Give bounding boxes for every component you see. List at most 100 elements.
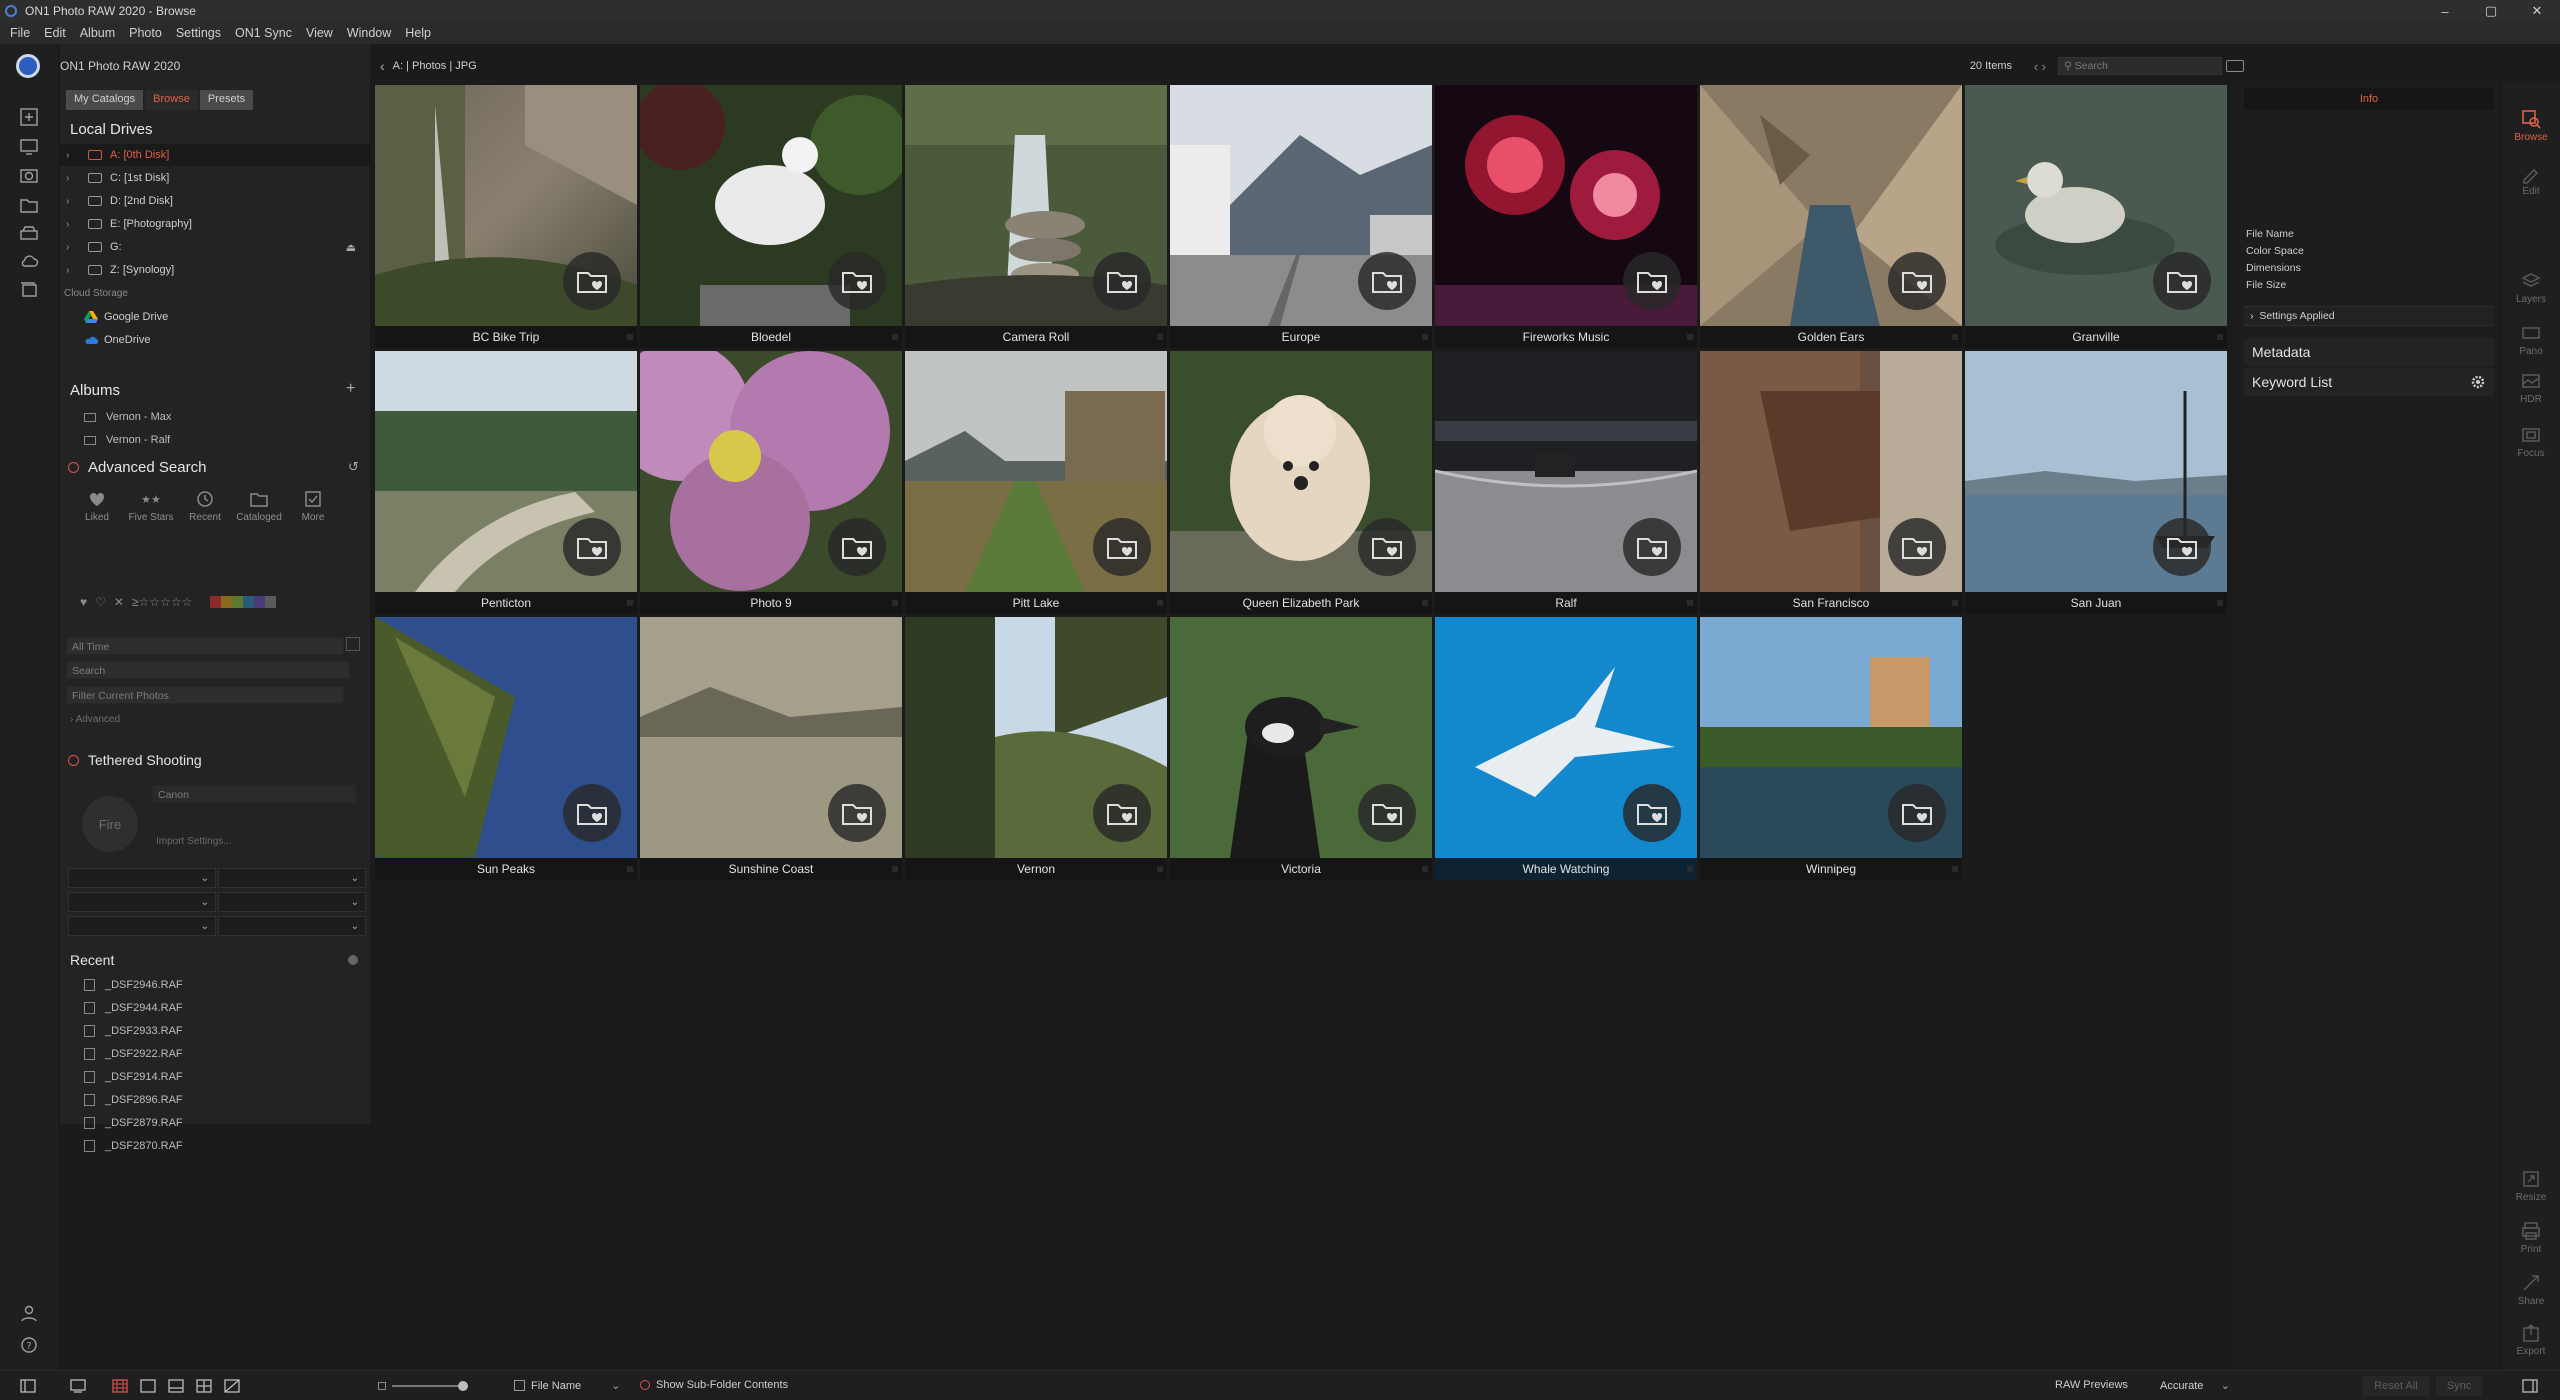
folder-heart-icon[interactable] — [1093, 784, 1151, 842]
album-item[interactable]: Vernon - Max — [84, 407, 171, 427]
module-edit[interactable]: Edit — [2502, 162, 2560, 197]
module-layers[interactable]: Layers — [2502, 270, 2560, 305]
metadata-section[interactable]: Metadata — [2244, 338, 2494, 366]
tab-presets[interactable]: Presets — [199, 90, 254, 110]
menu-help[interactable]: Help — [405, 26, 431, 40]
filter-current-photos-input[interactable]: Filter Current Photos — [66, 686, 344, 704]
close-button[interactable]: ✕ — [2514, 0, 2560, 22]
camera-icon[interactable] — [18, 164, 40, 186]
folder-heart-icon[interactable] — [1888, 784, 1946, 842]
subfolder-radio[interactable] — [640, 1380, 650, 1390]
advanced-expander[interactable]: › Advanced — [70, 714, 120, 725]
grid-view-icon[interactable] — [112, 1379, 128, 1393]
map-view-icon[interactable] — [224, 1379, 240, 1393]
tether-setting-dropdown[interactable]: ⌄ — [68, 868, 216, 888]
drive-row[interactable]: › C: [1st Disk] — [60, 167, 370, 189]
chevron-right-icon[interactable]: › — [66, 242, 80, 253]
recent-file[interactable]: _DSF2922.RAF — [84, 1043, 183, 1065]
breadcrumb[interactable]: A: | Photos | JPG — [393, 60, 477, 72]
right-panel-toggle-icon[interactable] — [2522, 1379, 2538, 1393]
sync-button[interactable]: Sync — [2436, 1376, 2482, 1396]
tether-setting-dropdown[interactable]: ⌄ — [68, 916, 216, 936]
folder-tile-penticton[interactable]: Penticton — [375, 351, 637, 614]
module-export[interactable]: Export — [2502, 1322, 2560, 1357]
panel-toggle-icon[interactable] — [20, 1379, 36, 1393]
folder-tile-fireworks-music[interactable]: Fireworks Music — [1435, 85, 1697, 348]
keyword-list-section[interactable]: Keyword List — [2244, 368, 2494, 396]
recent-file[interactable]: _DSF2946.RAF — [84, 974, 183, 996]
drive-row[interactable]: › D: [2nd Disk] — [60, 190, 370, 212]
reset-icon[interactable]: ↺ — [348, 459, 359, 475]
slider-knob[interactable] — [458, 1381, 468, 1391]
module-pano[interactable]: Pano — [2502, 322, 2560, 357]
chevron-right-icon[interactable]: › — [66, 173, 80, 184]
folder-tile-granville[interactable]: Granville — [1965, 85, 2227, 348]
drive-row[interactable]: › E: [Photography] — [60, 213, 370, 235]
chevron-right-icon[interactable]: › — [66, 265, 80, 276]
chevron-right-icon[interactable]: › — [66, 150, 80, 161]
recent-file[interactable]: _DSF2933.RAF — [84, 1020, 183, 1042]
recent-file[interactable]: _DSF2896.RAF — [84, 1089, 183, 1111]
reset-all-button[interactable]: Reset All — [2362, 1376, 2430, 1396]
menu-file[interactable]: File — [10, 26, 30, 40]
advanced-search-toggle[interactable] — [68, 462, 79, 473]
menu-settings[interactable]: Settings — [176, 26, 221, 40]
user-icon[interactable] — [18, 1302, 40, 1324]
drive-icon[interactable] — [18, 222, 40, 244]
folder-tile-whale-watching[interactable]: Whale Watching — [1435, 617, 1697, 880]
folder-tile-golden-ears[interactable]: Golden Ears — [1700, 85, 1962, 348]
folder-heart-icon[interactable] — [828, 518, 886, 576]
folder-tile-victoria[interactable]: Victoria — [1170, 617, 1432, 880]
tab-info[interactable]: Info — [2244, 88, 2494, 110]
cloud-icon[interactable] — [18, 250, 40, 272]
chevron-right-icon[interactable]: › — [66, 196, 80, 207]
folder-tile-photo-9[interactable]: Photo 9 — [640, 351, 902, 614]
minimize-button[interactable]: – — [2422, 0, 2468, 22]
recent-file[interactable]: _DSF2870.RAF — [84, 1135, 183, 1157]
cloud-row[interactable]: Google Drive — [60, 306, 370, 328]
folder-heart-icon[interactable] — [563, 252, 621, 310]
folder-heart-icon[interactable] — [2153, 518, 2211, 576]
back-arrow-icon[interactable]: ‹ — [380, 58, 385, 74]
folder-tile-winnipeg[interactable]: Winnipeg — [1700, 617, 1962, 880]
thumbnail-size-slider[interactable] — [378, 1381, 468, 1391]
module-hdr[interactable]: HDR — [2502, 370, 2560, 405]
folder-heart-icon[interactable] — [1358, 518, 1416, 576]
folder-tile-san-juan[interactable]: San Juan — [1965, 351, 2227, 614]
chevron-right-icon[interactable]: › — [66, 219, 80, 230]
cloud-row[interactable]: OneDrive — [60, 329, 370, 351]
add-album-icon[interactable]: + — [346, 380, 355, 398]
folder-tile-bc-bike-trip[interactable]: BC Bike Trip — [375, 85, 637, 348]
menu-album[interactable]: Album — [80, 26, 115, 40]
help-icon[interactable]: ? — [18, 1334, 40, 1356]
filter-cataloged[interactable]: Cataloged — [232, 488, 286, 523]
folder-heart-icon[interactable] — [1093, 252, 1151, 310]
calendar-icon[interactable] — [346, 637, 360, 651]
module-print[interactable]: Print — [2502, 1220, 2560, 1255]
heart-filter-icon[interactable]: ♥ — [80, 595, 87, 609]
time-range-select[interactable]: All Time — [66, 637, 344, 655]
folder-heart-icon[interactable] — [1888, 518, 1946, 576]
gear-icon[interactable] — [2470, 374, 2486, 390]
menu-on1-sync[interactable]: ON1 Sync — [235, 26, 292, 40]
tab-my-catalogs[interactable]: My Catalogs — [66, 90, 144, 110]
folder-heart-icon[interactable] — [563, 784, 621, 842]
settings-applied-expander[interactable]: › Settings Applied — [2244, 306, 2494, 326]
drive-row[interactable]: › Z: [Synology] — [60, 259, 370, 281]
menu-photo[interactable]: Photo — [129, 26, 162, 40]
folder-icon[interactable] — [18, 194, 40, 216]
folder-heart-icon[interactable] — [828, 784, 886, 842]
module-resize[interactable]: Resize — [2502, 1168, 2560, 1203]
drive-row[interactable]: › A: [0th Disk] — [60, 144, 370, 166]
star-rating-filter[interactable]: ≥☆☆☆☆☆ — [132, 595, 192, 609]
folder-tile-sun-peaks[interactable]: Sun Peaks — [375, 617, 637, 880]
nav-arrows-icon[interactable]: ‹ › — [2034, 59, 2046, 74]
chevron-down-icon[interactable]: ⌄ — [2221, 1379, 2230, 1392]
folder-tile-bloedel[interactable]: Bloedel — [640, 85, 902, 348]
tether-setting-dropdown[interactable]: ⌄ — [218, 892, 366, 912]
folder-heart-icon[interactable] — [1358, 252, 1416, 310]
module-focus[interactable]: Focus — [2502, 424, 2560, 459]
sort-by-control[interactable]: File Name ⌄ — [514, 1379, 620, 1392]
folder-heart-icon[interactable] — [1623, 784, 1681, 842]
folder-tile-europe[interactable]: Europe — [1170, 85, 1432, 348]
